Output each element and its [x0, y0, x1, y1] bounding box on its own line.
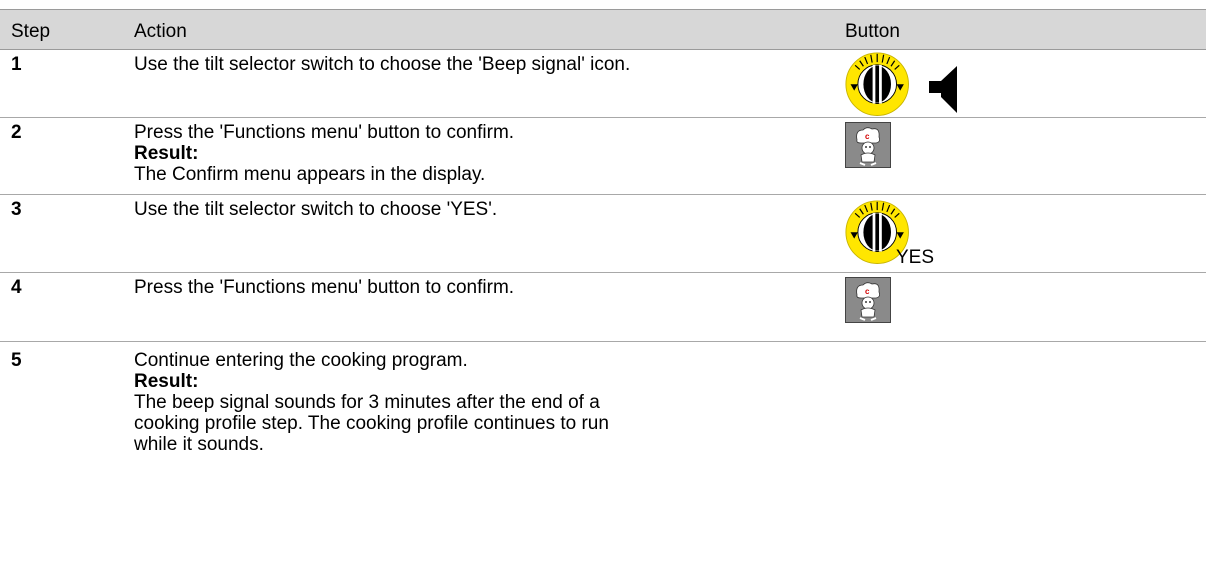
action-text: Continue entering the cooking program. — [134, 350, 468, 371]
result-label: Result: — [134, 143, 199, 164]
step-action: Press the 'Functions menu' button to con… — [134, 122, 814, 185]
step-number: 2 — [11, 122, 22, 143]
header-step: Step — [11, 21, 51, 42]
step-number: 5 — [11, 350, 22, 371]
functions-menu-chef-icon — [845, 122, 892, 169]
step-number: 1 — [11, 54, 22, 75]
step-number: 4 — [11, 277, 22, 298]
tilt-selector-icon — [845, 52, 910, 117]
yes-option-label: YES — [896, 247, 935, 268]
action-text: Use the tilt selector switch to choose t… — [134, 54, 631, 75]
result-text: The Confirm menu appears in the display. — [134, 164, 486, 185]
table-header: Step Action Button — [0, 9, 1206, 50]
action-text: Use the tilt selector switch to choose '… — [134, 199, 498, 220]
table-row: 3 Use the tilt selector switch to choose… — [0, 195, 1206, 273]
table-row: 5 Continue entering the cooking program.… — [0, 342, 1206, 565]
result-line: cooking profile step. The cooking profil… — [134, 413, 609, 434]
table-row: 2 Press the 'Functions menu' button to c… — [0, 118, 1206, 195]
functions-menu-chef-icon — [845, 277, 892, 324]
header-button: Button — [845, 21, 900, 42]
step-action: Continue entering the cooking program. R… — [134, 350, 814, 455]
step-action: Use the tilt selector switch to choose t… — [134, 54, 654, 75]
table-row: 1 Use the tilt selector switch to choose… — [0, 50, 1206, 118]
result-line: while it sounds. — [134, 434, 264, 455]
speaker-icon — [929, 66, 957, 113]
step-action: Use the tilt selector switch to choose '… — [134, 199, 814, 220]
button-cell — [845, 52, 957, 117]
action-text: Press the 'Functions menu' button to con… — [134, 122, 515, 143]
result-label: Result: — [134, 371, 199, 392]
step-action: Press the 'Functions menu' button to con… — [134, 277, 814, 298]
step-number: 3 — [11, 199, 22, 220]
action-text: Press the 'Functions menu' button to con… — [134, 277, 515, 298]
table-row: 4 Press the 'Functions menu' button to c… — [0, 273, 1206, 342]
result-line: The beep signal sounds for 3 minutes aft… — [134, 392, 600, 413]
header-action: Action — [134, 21, 187, 42]
